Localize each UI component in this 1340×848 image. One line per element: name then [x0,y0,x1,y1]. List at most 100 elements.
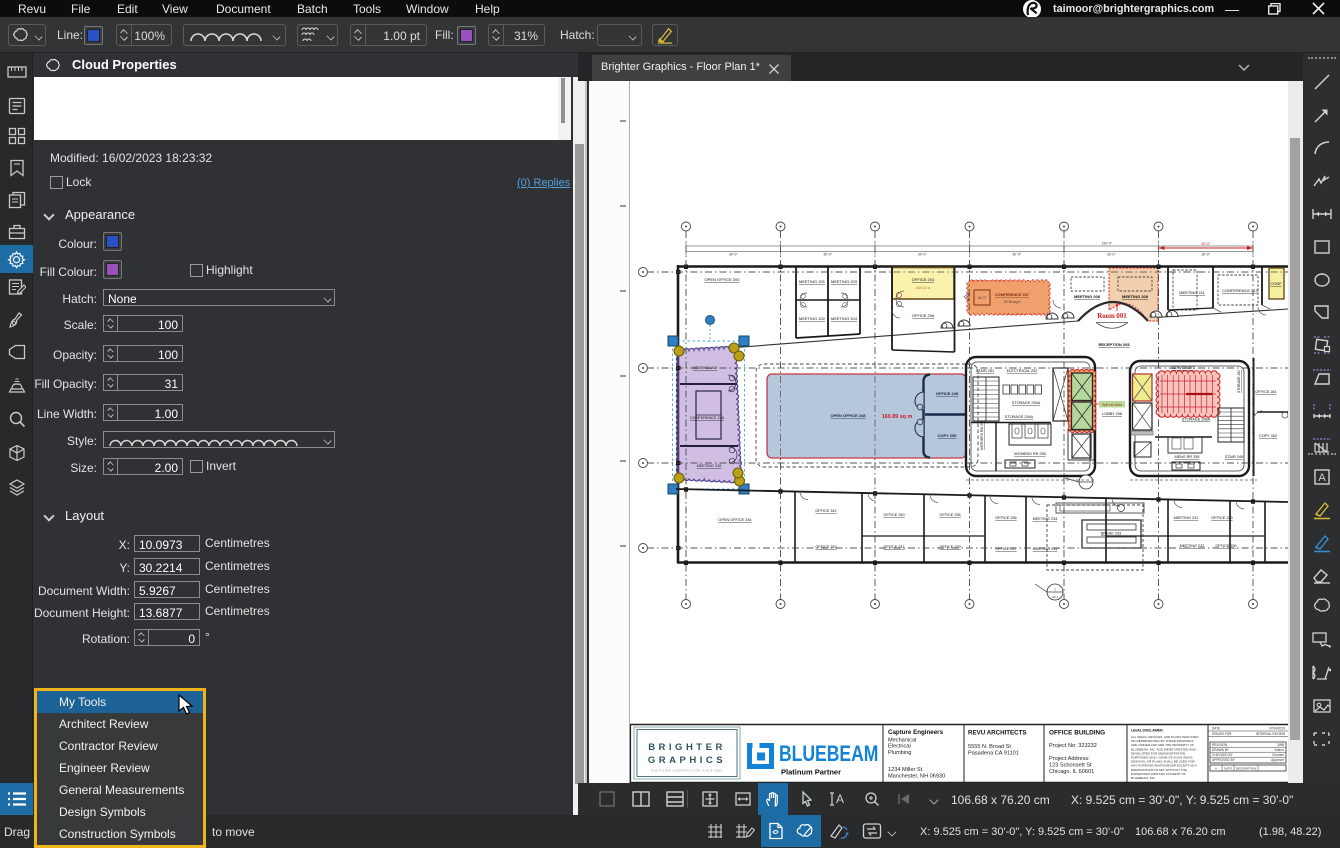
svg-text:APPROVED BY: APPROVED BY [1212,758,1236,762]
svg-text:MEETING 208: MEETING 208 [1074,294,1101,299]
svg-text:®: ® [874,744,877,749]
svg-text:STORAGE 253A: STORAGE 253A [1012,401,1041,405]
svg-text:CHECKED BY: CHECKED BY [1212,753,1234,757]
svg-text:OFFICE 237: OFFICE 237 [995,547,1016,551]
svg-text:LOBBY 258: LOBBY 258 [1102,412,1122,416]
svg-text:Split into three: Split into three [1102,403,1123,407]
svg-text:CONF: CONF [1270,281,1282,286]
svg-text:Project No: 323232: Project No: 323232 [1049,743,1097,749]
svg-text:MEETING 201: MEETING 201 [799,279,826,284]
svg-text:160.89 sq m: 160.89 sq m [882,414,913,420]
svg-text:STAIR 249: STAIR 249 [1225,455,1243,459]
svg-text:MEETING 232: MEETING 232 [1180,544,1205,548]
svg-text:5555 N. Broad St: 5555 N. Broad St [968,744,1011,750]
svg-text:LEGAL DISCLAIMER:: LEGAL DISCLAIMER: [1131,729,1164,733]
svg-text:30'-0": 30'-0" [1107,253,1116,257]
svg-text:Plumbing: Plumbing [888,750,911,756]
svg-text:OFFICE 236: OFFICE 236 [995,516,1016,520]
svg-text:OFFICE 229: OFFICE 229 [1211,516,1232,520]
svg-text:OFFICE BUILDING: OFFICE BUILDING [1049,730,1105,737]
svg-text:DIGITISING CONSTRUCTION SINCE: DIGITISING CONSTRUCTION SINCE 2002 [651,769,722,773]
svg-text:Room 001: Room 001 [1097,313,1127,320]
svg-text:1: 1 [1054,588,1056,592]
svg-text:GRAPHICS: GRAPHICS [648,755,726,766]
svg-text:DESCRIPTION: DESCRIPTION [1236,767,1257,771]
svg-text:CONFERENCE 207: CONFERENCE 207 [995,293,1029,297]
svg-text:A: A [836,792,844,806]
svg-text:23.15 sq m: 23.15 sq m [1004,300,1021,304]
svg-text:ISSUED FOR: ISSUED FOR [1212,732,1232,736]
svg-text:264.02 sf: 264.02 sf [916,286,931,290]
svg-text:2WB: 2WB [1277,743,1284,747]
svg-text:123 Schonsett St: 123 Schonsett St [1049,763,1092,769]
svg-text:OPEN OFFICE 248: OPEN OFFICE 248 [831,413,867,418]
svg-text:MEETING 211: MEETING 211 [1179,290,1205,295]
svg-text:BLUEBEAM: BLUEBEAM [779,742,878,767]
svg-text:Capture Engineers: Capture Engineers [888,729,944,736]
svg-text:OFFICE 240: OFFICE 240 [883,513,904,517]
svg-text:MEETING 209: MEETING 209 [1122,294,1149,299]
svg-text:Checker: Checker [1272,753,1285,757]
svg-text:RECEPTION 205: RECEPTION 205 [1098,342,1130,347]
svg-text:MOTHERS RM 255: MOTHERS RM 255 [980,420,984,450]
svg-text:BREAK 233: BREAK 233 [1101,532,1121,536]
svg-text:MEETING 231: MEETING 231 [1174,516,1199,520]
svg-text:30'-0": 30'-0" [1012,253,1021,257]
svg-text:STORAGE 258A: STORAGE 258A [1182,418,1211,422]
svg-text:OFFICE 230: OFFICE 230 [1215,544,1236,548]
svg-text:STORAGE 254A: STORAGE 254A [1005,415,1034,419]
svg-text:Mechanical: Mechanical [888,738,916,744]
svg-text:30'-0": 30'-0" [729,253,738,257]
svg-text:OFFICE 239: OFFICE 239 [939,545,960,549]
svg-text:OFFICE 249: OFFICE 249 [936,391,959,396]
svg-text:A1 07: A1 07 [978,296,987,300]
svg-text:MEETING 245: MEETING 245 [697,464,722,468]
svg-text:OFFICE 204: OFFICE 204 [912,277,935,282]
svg-text:DRAWN BY: DRAWN BY [1212,748,1230,752]
svg-text:WOMENS RR 256: WOMENS RR 256 [1014,452,1045,456]
svg-text:INTERNAL REVIEW: INTERNAL REVIEW [1256,732,1285,736]
svg-text:A: A [1215,767,1217,771]
svg-text:Manchester, NH 06930: Manchester, NH 06930 [888,774,945,780]
svg-text:30'-0": 30'-0" [918,253,927,257]
svg-text:Author: Author [1275,748,1285,752]
svg-text:07/04/2019: 07/04/2019 [1269,727,1285,731]
svg-text:A: A [1318,472,1326,484]
svg-text:OPEN OFFICE 200: OPEN OFFICE 200 [705,277,741,282]
svg-text:30'-0": 30'-0" [1201,253,1210,257]
svg-text:OFFICE 238: OFFICE 238 [939,513,960,517]
svg-text:DATE: DATE [1212,727,1220,731]
svg-text:BRIGHTER: BRIGHTER [648,742,726,753]
svg-text:Project Address:: Project Address: [1049,756,1090,762]
svg-text:REVU ARCHITECTS: REVU ARCHITECTS [968,730,1027,737]
svg-text:30'-0": 30'-0" [1201,242,1211,246]
svg-text:MEETING 203: MEETING 203 [831,279,858,284]
svg-text:COPY 262: COPY 262 [1259,434,1277,438]
svg-text:OFFICE 242: OFFICE 242 [815,509,836,513]
svg-text:OFFICE 243: OFFICE 243 [815,545,836,549]
svg-text:MEETING 202: MEETING 202 [799,316,826,321]
svg-text:MEETING 235: MEETING 235 [1033,547,1058,551]
svg-text:MEETING 204: MEETING 204 [831,316,858,321]
svg-text:Approver: Approver [1271,758,1285,762]
svg-text:COPY 250: COPY 250 [937,433,957,438]
svg-text:Chicago, IL 60601: Chicago, IL 60601 [1049,769,1094,775]
svg-text:STORAGE 260: STORAGE 260 [1237,370,1241,393]
svg-text:Pasadena CA 91101: Pasadena CA 91101 [968,751,1019,757]
svg-text:MENS RR 255: MENS RR 255 [1175,455,1200,459]
svg-text:A5.1: A5.1 [1052,595,1059,599]
svg-text:CONFERENCE 246: CONFERENCE 246 [690,416,724,420]
svg-text:Platinum Partner: Platinum Partner [781,768,841,777]
svg-text:Electrical: Electrical [888,744,911,750]
svg-text:1234 Miller St.: 1234 Miller St. [888,767,924,773]
svg-text:STAIR 251: STAIR 251 [976,369,994,373]
svg-text:ELECTRICAL 252: ELECTRICAL 252 [1007,369,1038,373]
svg-text:BLUEBEAM, INC.: BLUEBEAM, INC. [1131,776,1156,780]
svg-text:DATE: DATE [1224,767,1232,771]
svg-text:OPEN OFFICE 244: OPEN OFFICE 244 [718,518,751,522]
svg-text:OFFICE 206: OFFICE 206 [912,313,935,318]
svg-text:REVISION: REVISION [1212,743,1228,747]
svg-text:30'-0": 30'-0" [823,253,832,257]
svg-text:OFFICE 241: OFFICE 241 [883,545,904,549]
svg-text:MEETING 234: MEETING 234 [1033,517,1058,521]
